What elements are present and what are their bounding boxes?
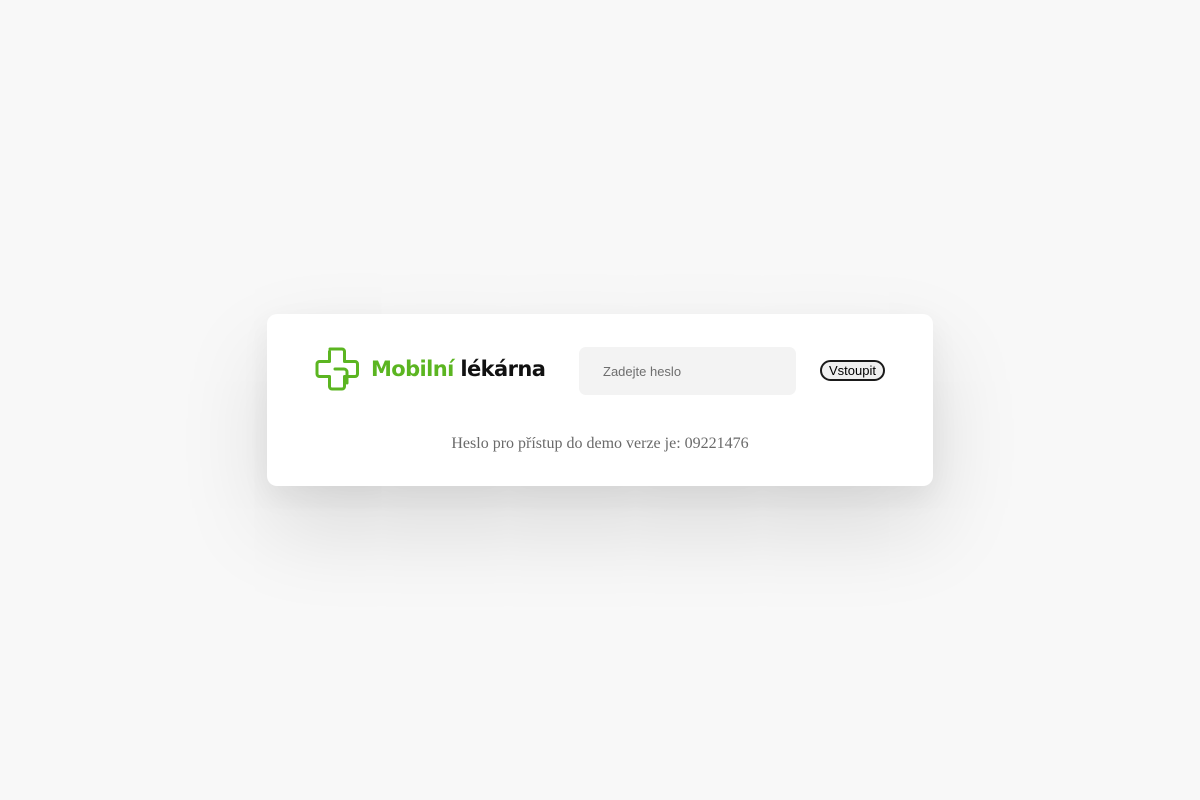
enter-button[interactable]: Vstoupit	[820, 360, 885, 381]
brand-name: Mobilní lékárna	[371, 347, 546, 391]
pharmacy-cross-icon	[315, 347, 360, 391]
password-input[interactable]	[579, 347, 796, 395]
brand-name-part1: Mobilní	[371, 357, 454, 381]
login-card: Mobilní lékárna Vstoupit Heslo pro příst…	[267, 314, 933, 486]
brand-name-part2: lékárna	[460, 357, 546, 381]
demo-password-hint: Heslo pro přístup do demo verze je: 0922…	[451, 435, 749, 452]
brand-logo: Mobilní lékárna	[315, 347, 546, 391]
